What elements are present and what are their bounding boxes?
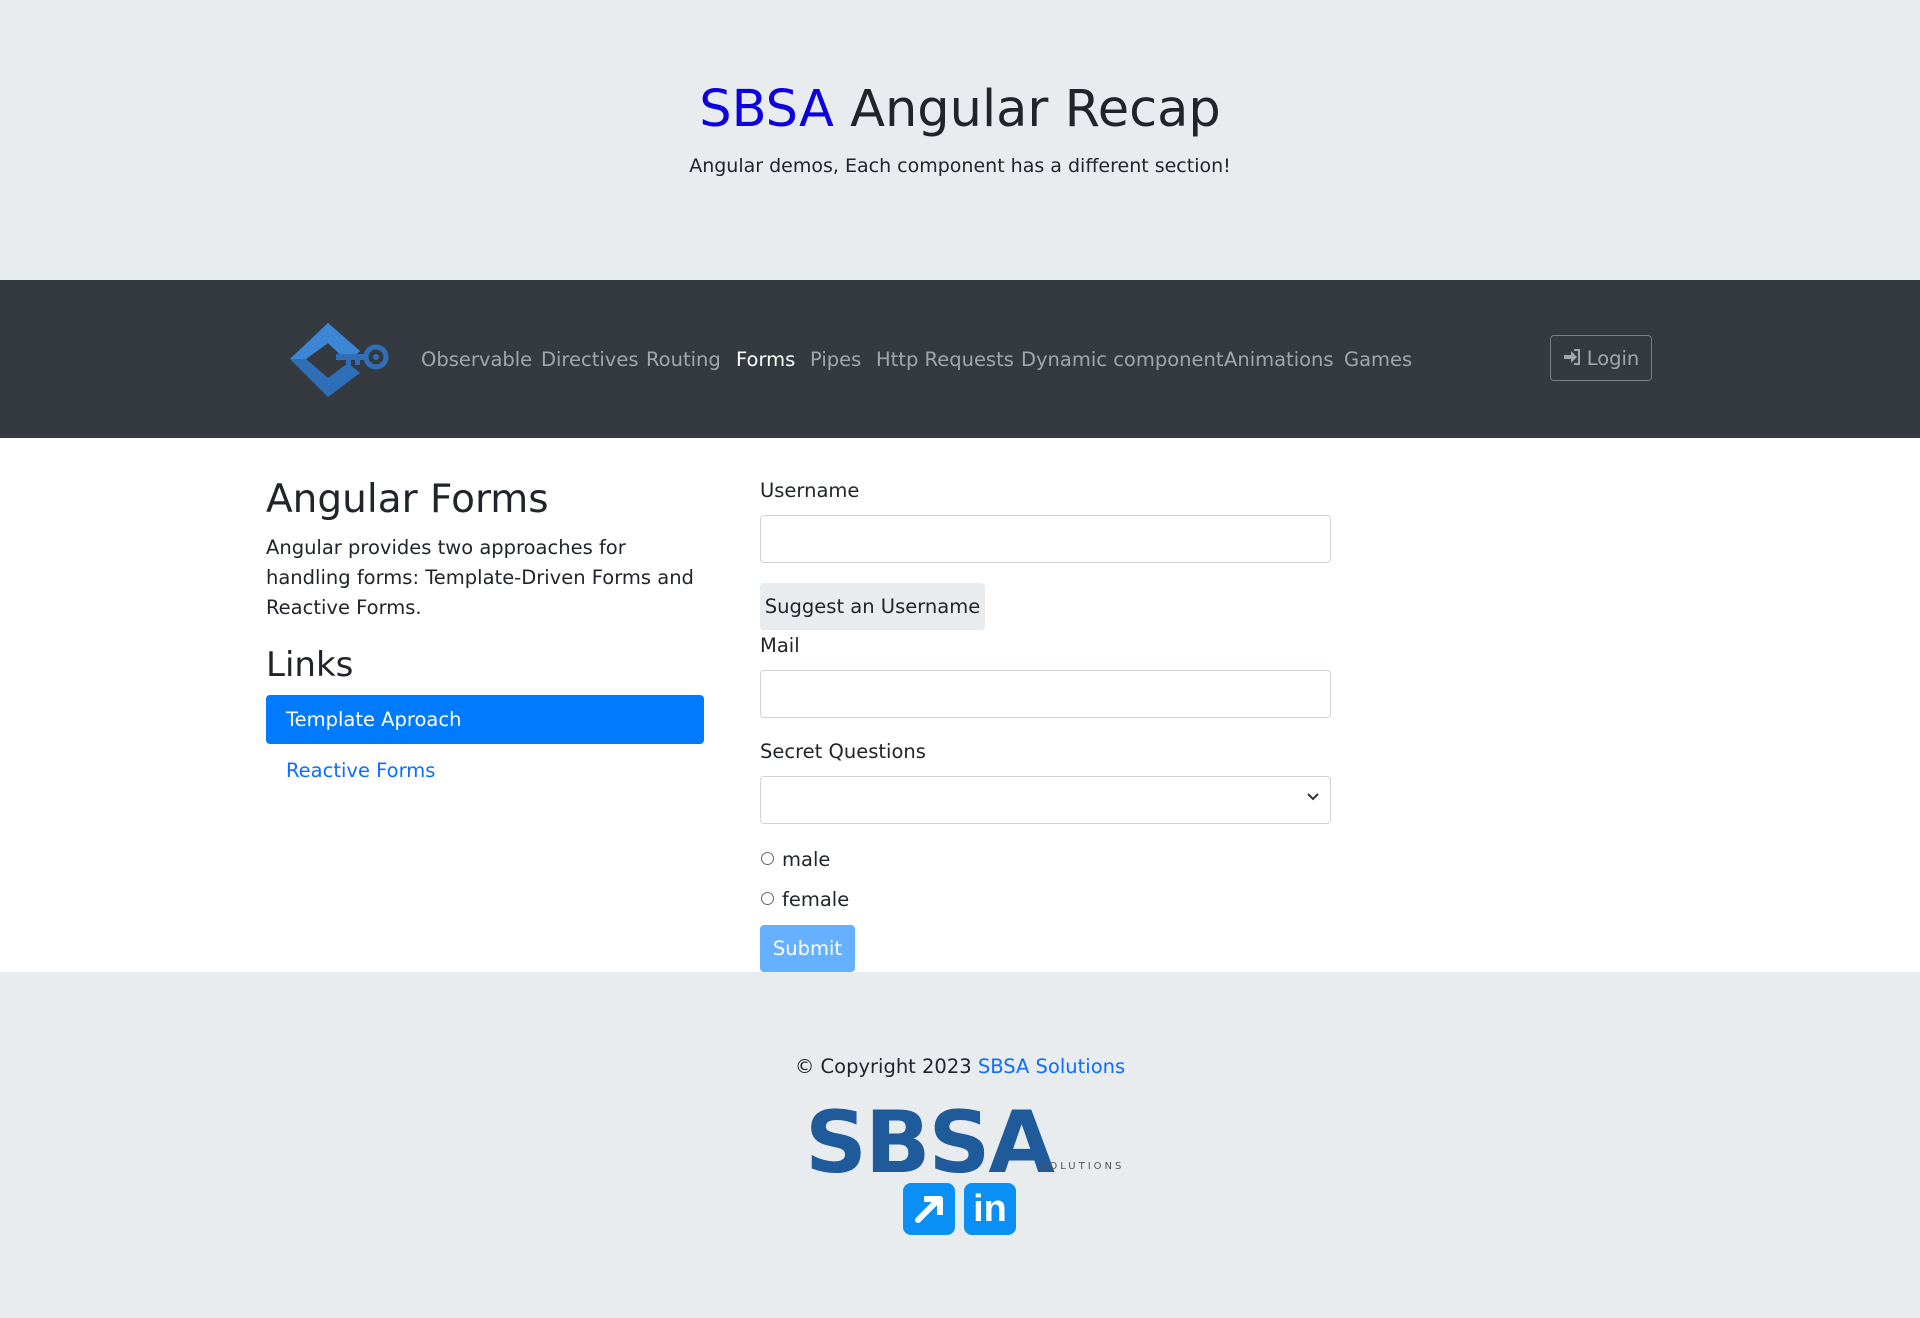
radio-female-label: female bbox=[782, 888, 850, 911]
username-label: Username bbox=[760, 479, 860, 502]
radio-male[interactable] bbox=[761, 852, 774, 865]
login-button[interactable]: Login bbox=[1550, 335, 1652, 381]
nav-item-games[interactable]: Games bbox=[1344, 346, 1412, 374]
nav-item-animations[interactable]: Animations bbox=[1224, 346, 1334, 374]
secret-questions-label: Secret Questions bbox=[760, 740, 926, 763]
sign-in-icon bbox=[1563, 347, 1581, 370]
login-label: Login bbox=[1586, 346, 1640, 370]
angular-key-logo-icon[interactable] bbox=[288, 321, 390, 397]
chevron-down-icon bbox=[1306, 788, 1320, 806]
copyright-text: © Copyright 2023 SBSA Solutions bbox=[0, 1053, 1920, 1081]
nav-item-forms[interactable]: Forms bbox=[736, 346, 795, 374]
nav-item-observable[interactable]: Observable bbox=[421, 346, 532, 374]
hero-subtitle: Angular demos, Each component has a diff… bbox=[689, 155, 1231, 177]
copyright-prefix: © Copyright 2023 bbox=[794, 1055, 972, 1078]
links-heading: Links bbox=[266, 645, 354, 685]
submit-button[interactable]: Submit bbox=[760, 925, 855, 972]
company-link[interactable]: SBSA Solutions bbox=[978, 1055, 1125, 1078]
mail-input[interactable] bbox=[760, 670, 1331, 718]
section-description: Angular provides two approaches for hand… bbox=[266, 536, 694, 619]
hero-brand: SBSA bbox=[699, 80, 834, 139]
nav-item-http-requests[interactable]: Http Requests bbox=[876, 346, 1014, 374]
sbsa-logo: SBSA bbox=[805, 1093, 1055, 1193]
nav-item-directives[interactable]: Directives bbox=[541, 346, 639, 374]
nav-item-pipes[interactable]: Pipes bbox=[810, 346, 861, 374]
radio-female[interactable] bbox=[761, 892, 774, 905]
linkedin-icon[interactable]: in bbox=[964, 1183, 1016, 1235]
radio-male-label: male bbox=[782, 848, 831, 871]
username-input[interactable] bbox=[760, 515, 1331, 563]
nav-item-dynamic-component[interactable]: Dynamic component bbox=[1021, 346, 1224, 374]
mail-label: Mail bbox=[760, 634, 800, 657]
hero-title-text: Angular Recap bbox=[850, 80, 1221, 139]
nav-item-routing[interactable]: Routing bbox=[646, 346, 721, 374]
page-title: SBSA Angular Recap bbox=[0, 78, 1920, 142]
link-reactive-forms[interactable]: Reactive Forms bbox=[286, 757, 435, 785]
secret-questions-select[interactable] bbox=[760, 776, 1331, 824]
suggest-username-button[interactable]: Suggest an Username bbox=[760, 583, 985, 630]
sbsa-logo-subtitle: SOLUTIONS bbox=[1040, 1161, 1125, 1172]
link-template-approach[interactable]: Template Aproach bbox=[266, 695, 704, 744]
section-title: Angular Forms bbox=[266, 477, 549, 522]
external-link-icon[interactable] bbox=[903, 1183, 955, 1235]
